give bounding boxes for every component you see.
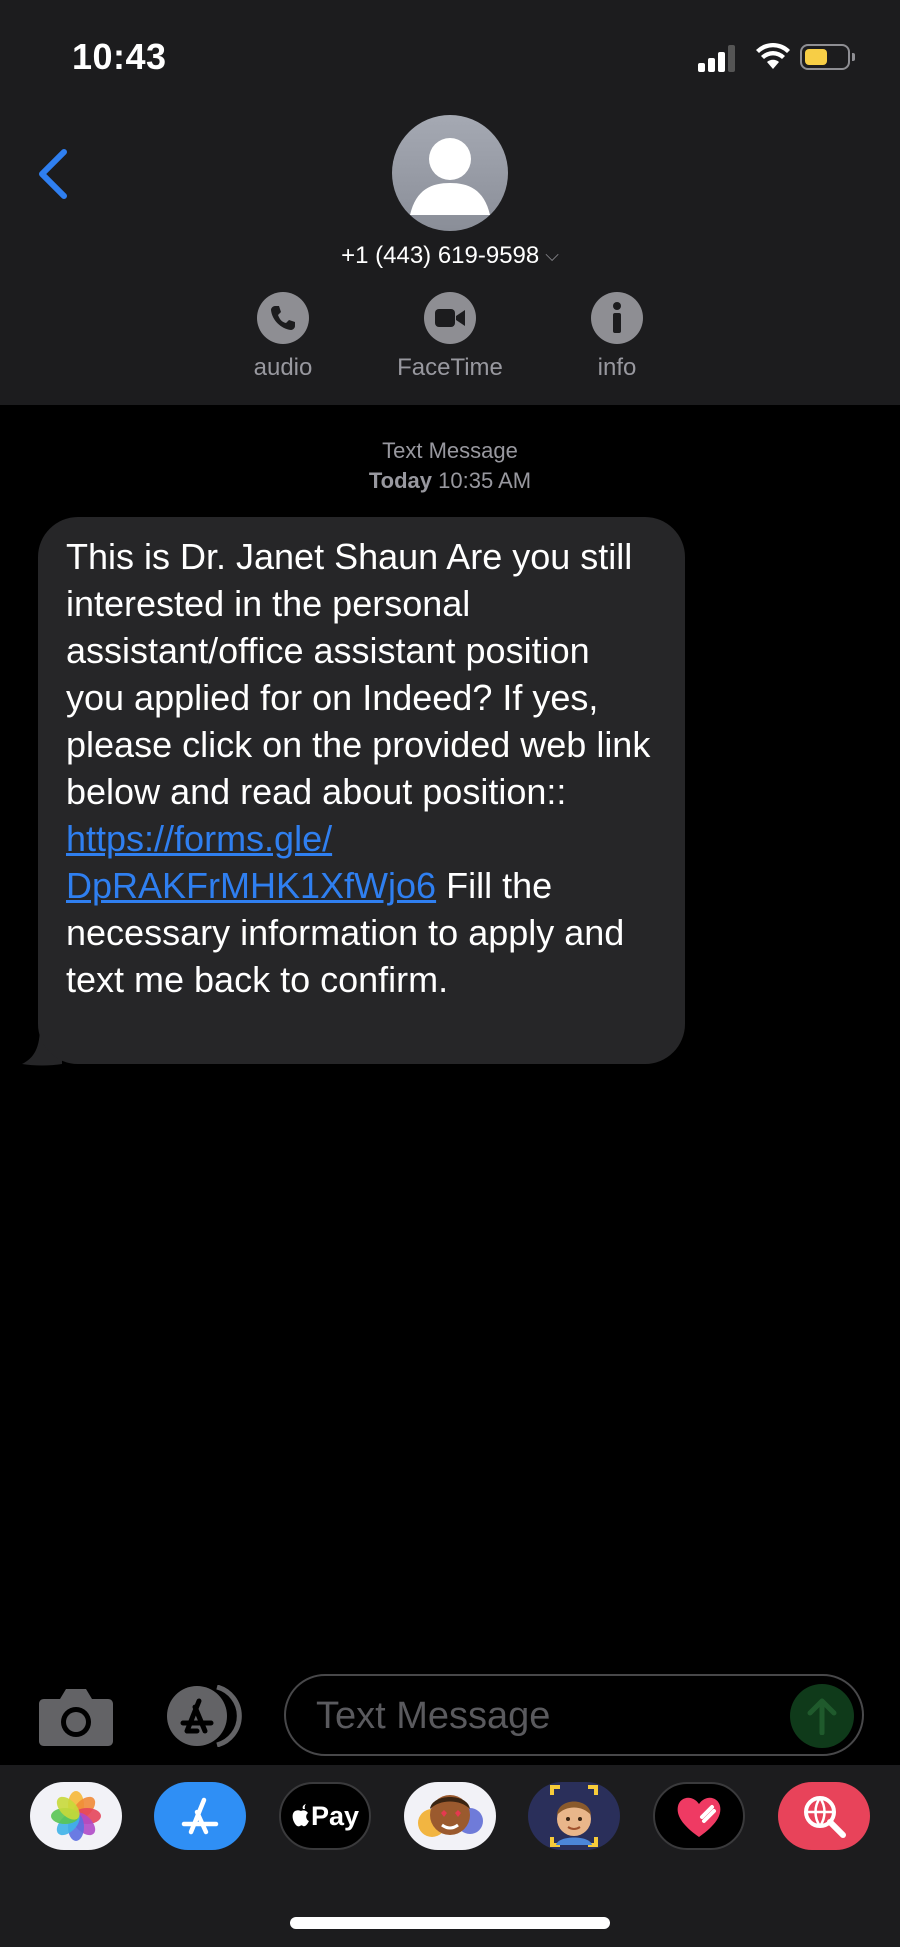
arrow-up-icon xyxy=(807,1698,837,1735)
facetime-button[interactable]: FaceTime xyxy=(375,292,525,382)
app-store-a-icon xyxy=(167,1684,242,1748)
audio-call-button[interactable]: audio xyxy=(208,292,358,382)
contact-number-text: +1 (443) 619-9598 xyxy=(341,242,540,269)
wifi-icon xyxy=(756,42,790,69)
app-store-toggle-button[interactable] xyxy=(161,1684,245,1748)
status-time: 10:43 xyxy=(72,36,167,77)
cellular-signal-icon xyxy=(698,44,738,72)
video-camera-icon xyxy=(424,292,476,344)
back-chevron-icon[interactable] xyxy=(34,146,74,202)
info-label: info xyxy=(597,354,637,381)
message-input-field[interactable] xyxy=(284,1674,864,1756)
memoji-stickers-icon[interactable] xyxy=(404,1782,496,1850)
apple-pay-icon[interactable]: Pay xyxy=(279,1782,371,1850)
photos-app-icon[interactable] xyxy=(30,1782,122,1850)
chevron-down-icon: ⌵ xyxy=(545,245,559,265)
audio-label: audio xyxy=(253,354,313,381)
message-link-line2: DpRAKFrMHK1XfWjo6 xyxy=(66,865,437,906)
message-text-part1: This is Dr. Janet Shaun Are you still in… xyxy=(66,536,651,812)
service-label: Text Message xyxy=(382,438,518,463)
person-silhouette-icon xyxy=(410,138,490,215)
message-timestamp: Text Message Today 10:35 AM xyxy=(0,436,900,496)
phone-icon xyxy=(257,292,309,344)
info-button[interactable]: info xyxy=(542,292,692,382)
battery-icon xyxy=(800,44,855,70)
info-icon xyxy=(591,292,643,344)
app-store-icon[interactable] xyxy=(154,1782,246,1850)
apple-pay-label: Pay xyxy=(310,1800,360,1831)
camera-icon[interactable] xyxy=(38,1685,114,1747)
digital-touch-icon[interactable] xyxy=(653,1782,745,1850)
contact-avatar[interactable] xyxy=(392,115,508,231)
home-indicator[interactable] xyxy=(290,1917,610,1929)
apple-logo-icon xyxy=(292,1804,309,1827)
message-link[interactable]: https://forms.gle/DpRAKFrMHK1XfWjo6 xyxy=(66,818,436,906)
incoming-message-bubble[interactable]: This is Dr. Janet Shaun Are you still in… xyxy=(38,517,685,1064)
images-search-icon[interactable] xyxy=(778,1782,870,1850)
contact-number[interactable]: +1 (443) 619-9598 ⌵ xyxy=(0,242,900,270)
message-link-line1: https://forms.gle/ xyxy=(66,818,333,859)
message-input[interactable] xyxy=(314,1676,778,1756)
timestamp-time: 10:35 AM xyxy=(438,468,532,493)
send-button[interactable] xyxy=(790,1684,854,1748)
memoji-icon[interactable] xyxy=(528,1782,620,1850)
timestamp-day: Today xyxy=(368,468,433,493)
facetime-label: FaceTime xyxy=(397,354,503,381)
